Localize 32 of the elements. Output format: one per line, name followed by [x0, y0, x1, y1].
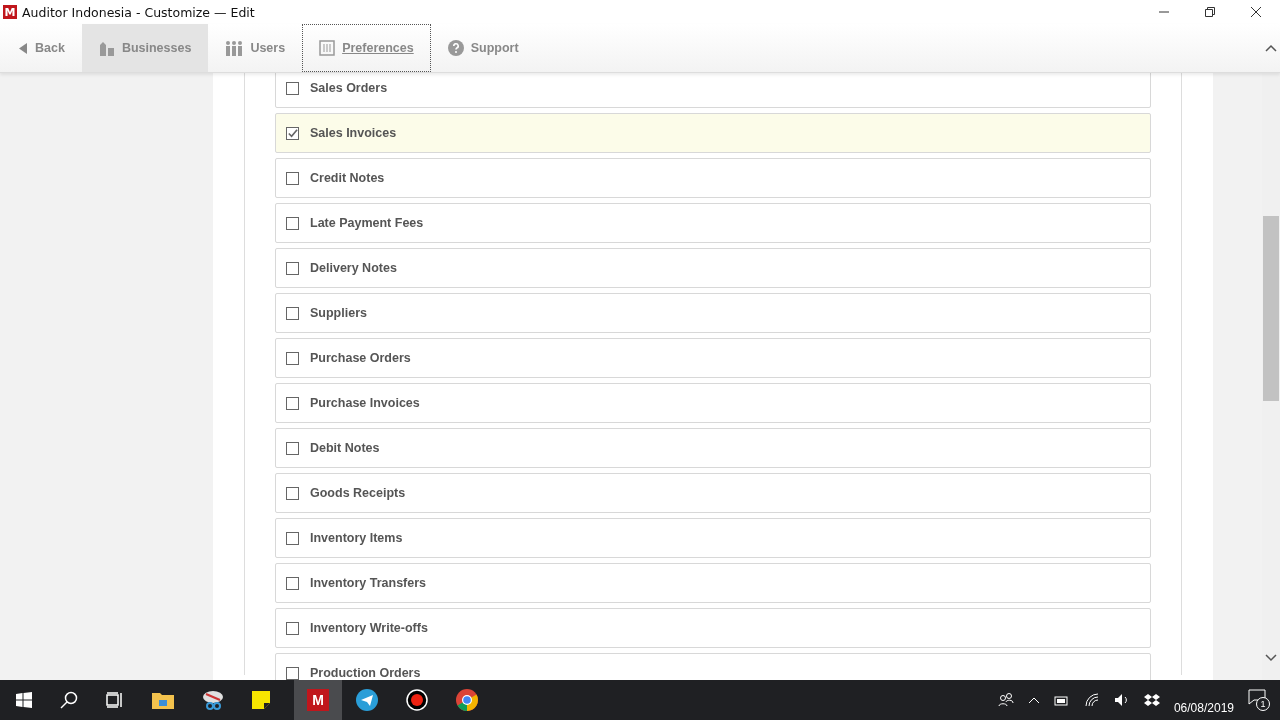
option-label: Sales Invoices — [310, 126, 397, 140]
option-label: Purchase Orders — [310, 351, 411, 365]
module-option[interactable]: Inventory Write-offs — [275, 608, 1151, 648]
option-label: Purchase Invoices — [310, 396, 420, 410]
option-label: Sales Orders — [310, 81, 388, 95]
module-option[interactable]: Credit Notes — [275, 158, 1151, 198]
app-icon[interactable]: M — [307, 689, 329, 711]
app-logo-icon: M — [3, 5, 17, 19]
module-option[interactable]: Debit Notes — [275, 428, 1151, 468]
option-label: Inventory Items — [310, 531, 403, 545]
option-label: Production Orders — [310, 666, 421, 680]
module-option[interactable]: Inventory Items — [275, 518, 1151, 558]
module-option[interactable]: Purchase Orders — [275, 338, 1151, 378]
module-option[interactable]: Goods Receipts — [275, 473, 1151, 513]
module-option[interactable]: Purchase Invoices — [275, 383, 1151, 423]
module-option[interactable]: Delivery Notes — [275, 248, 1151, 288]
option-label: Debit Notes — [310, 441, 380, 455]
option-label: Inventory Transfers — [310, 576, 426, 590]
option-label: Credit Notes — [310, 171, 385, 185]
option-label: Suppliers — [310, 306, 367, 320]
module-option[interactable]: Sales Invoices — [275, 113, 1151, 153]
option-label: Goods Receipts — [310, 486, 406, 500]
option-label: Inventory Write-offs — [310, 621, 428, 635]
taskbar-date[interactable]: 06/08/2019 — [1173, 701, 1234, 715]
module-option[interactable]: Inventory Transfers — [275, 563, 1151, 603]
option-label: Delivery Notes — [310, 261, 397, 275]
module-option[interactable]: Late Payment Fees — [275, 203, 1151, 243]
module-option[interactable]: Sales Orders — [275, 73, 1151, 108]
module-option[interactable]: Suppliers — [275, 293, 1151, 333]
window-title: Auditor Indonesia - Customize — Edit — [22, 4, 255, 20]
option-label: Late Payment Fees — [310, 216, 424, 230]
module-option[interactable]: Production Orders — [275, 653, 1151, 680]
